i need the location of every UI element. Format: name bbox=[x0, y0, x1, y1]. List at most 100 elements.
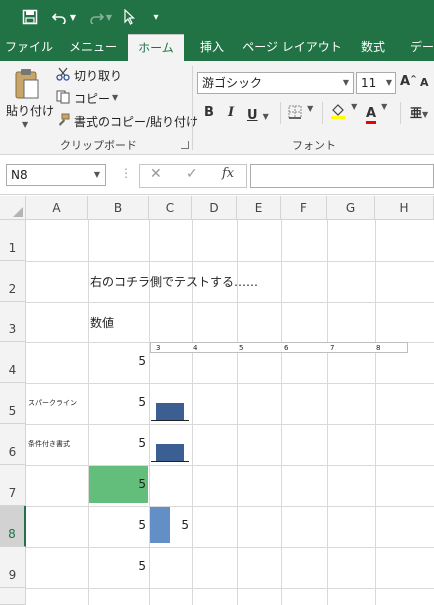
select-all-icon bbox=[13, 207, 23, 217]
undo-button[interactable]: ▼ bbox=[50, 6, 78, 28]
column-header-d[interactable]: D bbox=[192, 196, 237, 220]
fill-color-icon bbox=[331, 104, 345, 119]
underline-icon: U bbox=[247, 108, 258, 123]
column-header-e[interactable]: E bbox=[237, 196, 281, 220]
scissors-icon bbox=[56, 67, 70, 81]
row-header-10[interactable] bbox=[0, 588, 26, 605]
row-header-3[interactable]: 3 bbox=[0, 302, 26, 342]
borders-dropdown-icon[interactable]: ▼ bbox=[307, 104, 313, 113]
shrink-font-icon: A bbox=[420, 76, 429, 89]
clipboard-dialog-launcher-icon[interactable] bbox=[181, 141, 189, 149]
axis-label-4: 4 bbox=[193, 344, 198, 352]
font-color-dropdown-icon[interactable]: ▼ bbox=[381, 102, 387, 111]
tab-menu[interactable]: メニュー bbox=[62, 34, 124, 61]
ribbon-separator bbox=[322, 102, 323, 124]
redo-icon bbox=[90, 13, 104, 24]
tab-insert[interactable]: 挿入 bbox=[190, 34, 234, 61]
save-icon bbox=[22, 9, 38, 25]
cell-b4[interactable]: 5 bbox=[88, 354, 146, 368]
paste-dropdown-icon: ▼ bbox=[22, 120, 29, 129]
sparkline-axis-row6 bbox=[151, 461, 189, 462]
worksheet-grid[interactable]: A B C D E F G H 1 2 3 4 5 6 7 8 9 右のコチラ側… bbox=[0, 196, 434, 605]
column-header-f[interactable]: F bbox=[281, 196, 327, 220]
underline-dropdown-icon[interactable]: ▼ bbox=[263, 112, 269, 121]
copy-button[interactable]: コピー ▼ bbox=[56, 89, 176, 107]
paste-label: 貼り付け bbox=[6, 104, 55, 118]
insert-function-button[interactable]: fx bbox=[222, 166, 234, 181]
copy-label: コピー bbox=[74, 92, 111, 106]
tab-data[interactable]: データ bbox=[402, 34, 434, 61]
sparkline-bar-row5 bbox=[156, 403, 184, 420]
format-painter-button[interactable]: 書式のコピー/貼り付け bbox=[56, 112, 198, 130]
phonetic-guide-button[interactable]: 亜▼ bbox=[410, 104, 428, 121]
cell-b7[interactable]: 5 bbox=[88, 477, 146, 491]
cell-b2[interactable]: 右のコチラ側でテストする…… bbox=[90, 273, 258, 290]
customize-icon: ▾ bbox=[153, 11, 159, 23]
copy-dropdown-icon[interactable]: ▼ bbox=[112, 93, 118, 102]
cell-a5[interactable]: スパークライン bbox=[28, 398, 77, 408]
grow-font-button[interactable]: A^ bbox=[400, 74, 417, 89]
cell-b5[interactable]: 5 bbox=[88, 395, 146, 409]
row-header-9[interactable]: 9 bbox=[0, 547, 26, 588]
font-size-box[interactable]: 11 ▼ bbox=[356, 72, 396, 94]
tab-file[interactable]: ファイル bbox=[0, 34, 58, 61]
font-size-dropdown-icon[interactable]: ▼ bbox=[386, 73, 392, 93]
axis-label-5: 5 bbox=[239, 344, 244, 352]
redo-button[interactable]: ▼ bbox=[86, 6, 114, 28]
name-box[interactable]: N8 ▼ bbox=[6, 164, 106, 186]
tab-page-layout[interactable]: ページ レイアウト bbox=[240, 34, 344, 61]
tab-home[interactable]: ホーム bbox=[128, 34, 184, 61]
cancel-button[interactable]: ✕ bbox=[150, 166, 162, 182]
paste-button[interactable]: 貼り付け ▼ bbox=[6, 66, 54, 132]
font-name-box[interactable]: 游ゴシック ▼ bbox=[197, 72, 354, 94]
select-pointer-button[interactable] bbox=[120, 6, 138, 28]
borders-icon bbox=[288, 105, 302, 119]
save-button[interactable] bbox=[20, 6, 40, 28]
cell-b3[interactable]: 数値 bbox=[90, 314, 114, 331]
format-painter-icon bbox=[59, 113, 70, 126]
select-all-corner[interactable] bbox=[0, 196, 26, 220]
column-header-h[interactable]: H bbox=[375, 196, 434, 220]
row-header-7[interactable]: 7 bbox=[0, 465, 26, 506]
cell-b6[interactable]: 5 bbox=[88, 436, 146, 450]
name-box-dropdown-icon[interactable]: ▼ bbox=[94, 165, 100, 185]
borders-button[interactable]: ▼ bbox=[288, 104, 313, 123]
row-header-5[interactable]: 5 bbox=[0, 383, 26, 424]
name-box-value: N8 bbox=[11, 168, 28, 182]
column-header-b[interactable]: B bbox=[88, 196, 149, 220]
column-header-c[interactable]: C bbox=[149, 196, 192, 220]
paste-icon bbox=[15, 69, 39, 99]
bold-button[interactable]: B bbox=[204, 105, 214, 120]
shrink-font-button[interactable]: A bbox=[420, 76, 429, 89]
cut-button[interactable]: 切り取り bbox=[56, 66, 176, 84]
customize-quick-access-button[interactable]: ▾ bbox=[148, 6, 164, 28]
axis-label-7: 7 bbox=[330, 344, 335, 352]
font-name-dropdown-icon[interactable]: ▼ bbox=[343, 73, 349, 93]
tab-formulas[interactable]: 数式 bbox=[350, 34, 396, 61]
axis-label-8: 8 bbox=[376, 344, 381, 352]
formula-bar-grip-icon: ⋮ bbox=[120, 166, 132, 180]
cell-b8[interactable]: 5 bbox=[88, 518, 146, 532]
row-header-2[interactable]: 2 bbox=[0, 261, 26, 302]
column-header-a[interactable]: A bbox=[26, 196, 88, 220]
phonetic-guide-icon: 亜 bbox=[410, 106, 423, 120]
row-header-6[interactable]: 6 bbox=[0, 424, 26, 465]
grow-font-icon: A bbox=[400, 74, 411, 89]
cut-label: 切り取り bbox=[74, 69, 123, 83]
row-header-4[interactable]: 4 bbox=[0, 342, 26, 383]
undo-icon bbox=[51, 13, 66, 24]
fill-color-button[interactable]: ▼ bbox=[330, 102, 357, 124]
formula-input[interactable] bbox=[250, 164, 434, 188]
font-color-button[interactable]: A ▼ bbox=[366, 102, 387, 124]
sparkline-axis-row5 bbox=[151, 420, 189, 421]
row-header-8[interactable]: 8 bbox=[0, 506, 26, 547]
enter-button[interactable]: ✓ bbox=[186, 166, 198, 182]
underline-button[interactable]: U ▼ bbox=[247, 104, 269, 123]
cell-a6[interactable]: 条件付き書式 bbox=[28, 439, 70, 449]
column-header-g[interactable]: G bbox=[327, 196, 375, 220]
fill-color-dropdown-icon[interactable]: ▼ bbox=[351, 102, 357, 111]
cell-c8[interactable]: 5 bbox=[149, 518, 189, 532]
cell-b9[interactable]: 5 bbox=[88, 559, 146, 573]
italic-button[interactable]: I bbox=[228, 105, 234, 120]
row-header-1[interactable]: 1 bbox=[0, 220, 26, 261]
